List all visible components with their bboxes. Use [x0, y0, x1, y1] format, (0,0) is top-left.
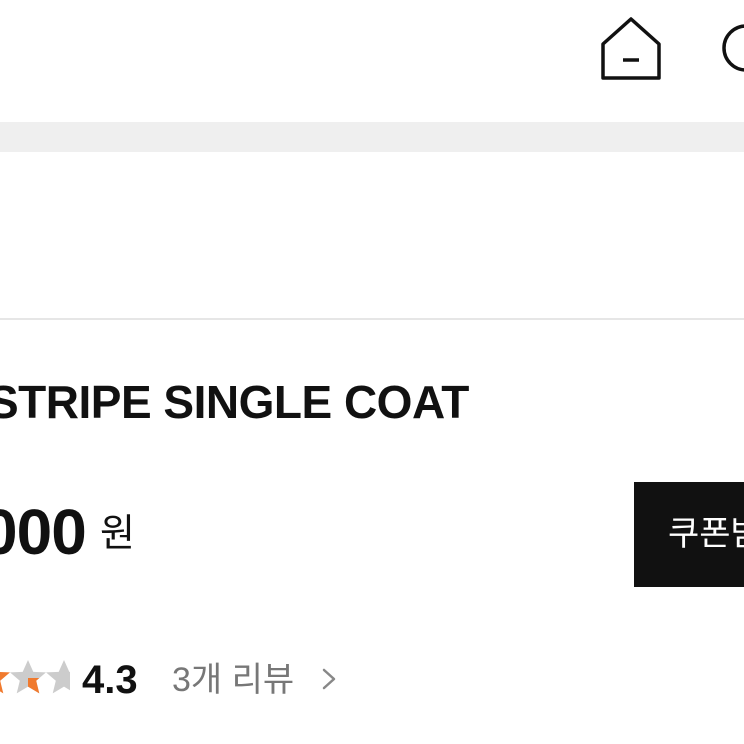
star-icon [0, 672, 10, 694]
star-icon [46, 660, 70, 694]
chevron-right-icon[interactable] [320, 664, 340, 694]
review-count-link[interactable]: 3개 리뷰 [172, 658, 294, 702]
section-separator [0, 122, 744, 152]
search-icon[interactable] [716, 18, 744, 78]
price-unit: 원 [100, 513, 135, 555]
product-title: STRIPE SINGLE COAT [0, 376, 469, 428]
divider [0, 318, 744, 320]
price-value: 000 [0, 496, 87, 568]
home-icon[interactable] [598, 16, 664, 84]
star-icon [10, 660, 46, 694]
star-rating [0, 660, 70, 694]
rating-score: 4.3 [82, 658, 138, 702]
coupon-button[interactable]: 쿠폰받 [634, 482, 744, 587]
